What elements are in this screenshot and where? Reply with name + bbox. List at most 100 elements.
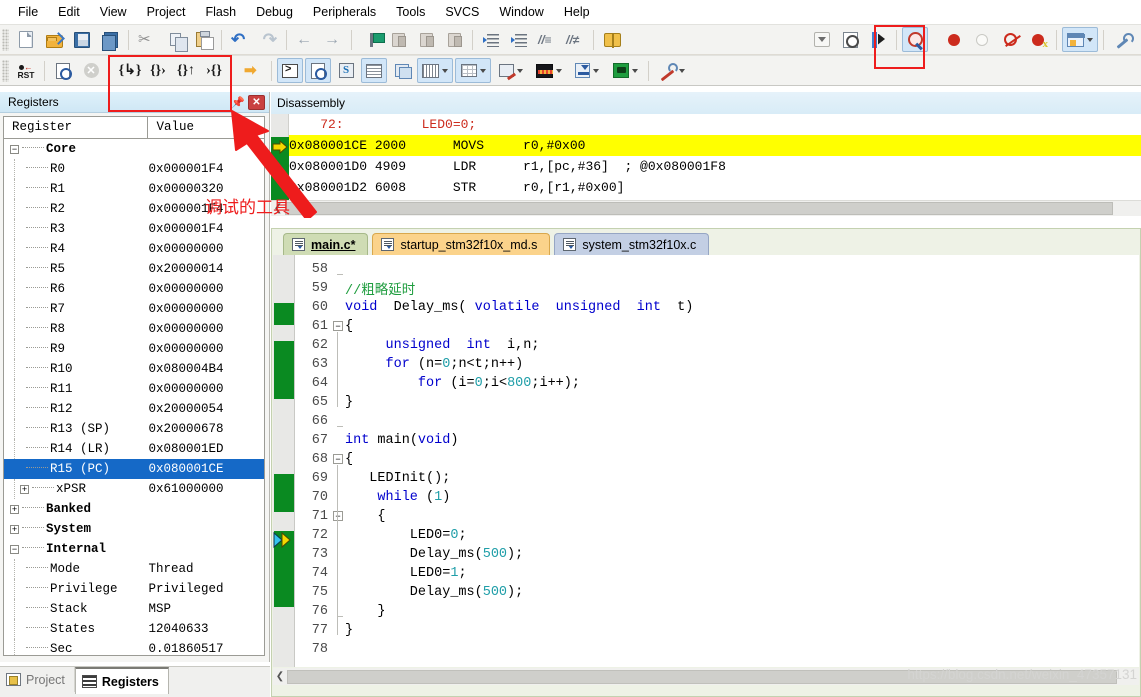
disassembly-instruction-line[interactable]: 0x080001CE 2000 MOVS r0,#0x00 [289,135,1141,156]
start-stop-debug-button[interactable] [902,27,928,52]
copy-button[interactable] [162,27,188,52]
register-row[interactable]: R13 (SP) 0x20000678 [4,419,264,439]
menu-item-peripherals[interactable]: Peripherals [303,2,386,22]
comment-button[interactable]: //≡ [534,27,560,52]
panel-tab-registers[interactable]: Registers [74,667,169,694]
collapse-icon[interactable]: − [10,144,19,154]
register-value[interactable]: 0x00000000 [148,342,264,356]
register-value[interactable]: 0x61000000 [148,482,264,496]
register-group-core[interactable]: − Core [4,139,264,159]
code-line[interactable]: } [345,393,353,412]
disassembly-instruction-line[interactable]: 0x080001D2 6008 STR r0,[r1,#0x00] [289,177,624,198]
save-button[interactable] [69,27,95,52]
toolbar-grip[interactable] [2,28,9,51]
register-group-system[interactable]: + System [4,519,264,539]
disassembly-instruction-line[interactable]: 0x080001D0 4909 LDR r1,[pc,#36] ; @0x080… [289,156,726,177]
panel-tab-project[interactable]: Project [0,667,75,692]
disassembly-hscrollbar[interactable]: ❮ [271,200,1141,216]
register-row[interactable]: R7 0x00000000 [4,299,264,319]
register-row[interactable]: R14 (LR) 0x080001ED [4,439,264,459]
register-row[interactable]: R10 0x080004B4 [4,359,264,379]
fold-toggle-icon[interactable]: − [333,321,343,331]
register-group-internal[interactable]: − Internal [4,539,264,559]
menu-item-edit[interactable]: Edit [48,2,90,22]
register-value[interactable]: 0x000001F4 [148,162,264,176]
open-file-button[interactable] [41,27,67,52]
disable-breakpoint-button[interactable] [997,27,1023,52]
indent-left-button[interactable] [506,27,532,52]
navigate-forward-button[interactable]: → [320,27,346,52]
register-value[interactable]: 0x00000000 [148,302,264,316]
register-value[interactable]: 0x00000000 [148,242,264,256]
register-row[interactable]: R3 0x000001F4 [4,219,264,239]
expand-icon[interactable]: + [20,484,29,494]
code-line[interactable]: { [345,450,353,469]
register-value[interactable]: 0x00000000 [148,322,264,336]
register-row[interactable]: + xPSR 0x61000000 [4,479,264,499]
system-viewer-button[interactable] [607,58,643,83]
register-value[interactable]: 0x20000014 [148,262,264,276]
code-line[interactable]: LED0= 0; [345,526,467,545]
code-line[interactable]: //粗略延时 [345,279,415,299]
insert-breakpoint-button[interactable] [941,27,967,52]
window-layout-button[interactable] [1062,27,1098,52]
code-folding-gutter[interactable]: − − − [331,255,345,667]
scrollbar-thumb[interactable] [285,202,1113,215]
register-value[interactable]: Privileged [148,582,264,596]
code-area[interactable]: 58 59 60 61 62 63 64 65 66 67 68 69 70 71 72 73 74 75 76 77… [273,255,1139,667]
register-group-banked[interactable]: + Banked [4,499,264,519]
expand-icon[interactable]: + [10,524,19,534]
register-row[interactable]: R15 (PC) 0x080001CE [4,459,264,479]
paste-button[interactable] [190,27,216,52]
collapse-icon[interactable]: − [10,544,19,554]
target-options-button[interactable] [837,27,863,52]
navigate-back-button[interactable]: ← [292,27,318,52]
configure-button[interactable] [599,27,625,52]
redo-button[interactable]: ↶ [255,27,281,52]
menu-item-svcs[interactable]: SVCS [435,2,489,22]
menu-item-help[interactable]: Help [554,2,600,22]
register-row[interactable]: R8 0x00000000 [4,319,264,339]
menu-item-window[interactable]: Window [489,2,553,22]
fold-toggle-icon[interactable]: − [333,511,343,521]
target-select-dropdown[interactable] [809,27,835,52]
register-value[interactable]: 0.01860517 [148,642,264,655]
kill-all-breakpoints-button[interactable] [969,27,995,52]
save-all-button[interactable] [97,27,123,52]
trace-windows-button[interactable] [569,58,605,83]
menu-item-debug[interactable]: Debug [246,2,303,22]
code-line[interactable]: Delay_ms(500); [345,545,523,564]
register-value[interactable]: Thread [148,562,264,576]
run-button[interactable] [50,58,76,83]
register-value[interactable]: 0x20000054 [148,402,264,416]
register-row[interactable]: States 12040633 [4,619,264,639]
scroll-left-icon[interactable]: ❮ [271,202,285,216]
code-line[interactable]: int main(void) [345,431,458,450]
register-value[interactable]: 0x080001CE [148,462,264,476]
scroll-left-icon[interactable]: ❮ [273,670,287,684]
cut-button[interactable]: ✂ [134,27,160,52]
step-over-button[interactable]: {}› [145,58,171,83]
registers-window-button[interactable] [361,58,387,83]
reset-cpu-button[interactable]: ← RST [13,58,39,83]
code-line[interactable]: while (1) [345,488,450,507]
editor-tab-main-c-[interactable]: main.c* [283,233,369,255]
clear-bookmarks-button[interactable] [441,27,467,52]
register-row[interactable]: R11 0x00000000 [4,379,264,399]
disable-all-breakpoints-button[interactable] [1025,27,1051,52]
serial-windows-button[interactable] [493,58,529,83]
code-line[interactable]: LEDInit(); [345,469,450,488]
editor-tab-system-stm32f10x-c[interactable]: system_stm32f10x.c [554,233,710,255]
toolbar-grip[interactable] [2,59,9,82]
close-icon[interactable]: ✕ [248,94,265,110]
menu-item-flash[interactable]: Flash [195,2,246,22]
memory-windows-button[interactable] [455,58,491,83]
code-line[interactable]: for (i= 0 ;i< 800 ;i++); [345,374,580,393]
register-value[interactable]: 0x00000000 [148,382,264,396]
next-bookmark-button[interactable] [413,27,439,52]
register-row[interactable]: Stack MSP [4,599,264,619]
watch-windows-button[interactable] [417,58,453,83]
code-line[interactable]: Delay_ms(500); [345,583,523,602]
register-row[interactable]: R9 0x00000000 [4,339,264,359]
toolbox-button[interactable] [654,58,690,83]
